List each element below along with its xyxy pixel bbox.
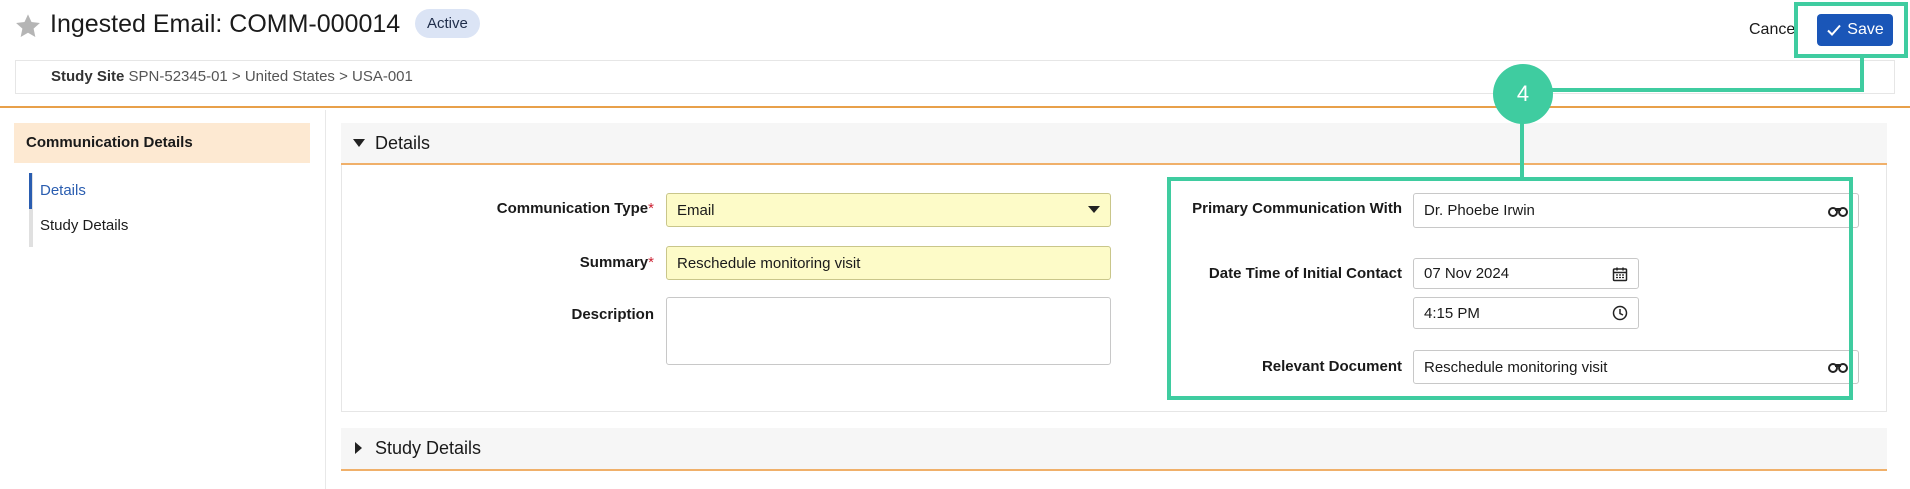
communication-type-label: Communication Type* <box>496 200 654 217</box>
summary-label: Summary* <box>579 254 654 271</box>
summary-field[interactable]: Reschedule monitoring visit <box>666 246 1111 280</box>
caret-right-icon[interactable] <box>355 442 363 454</box>
status-badge: Active <box>415 9 480 38</box>
sidebar-heading: Communication Details <box>14 123 310 163</box>
description-textarea[interactable] <box>666 297 1111 365</box>
callout-connector-vertical <box>1520 122 1524 179</box>
description-label: Description <box>571 306 654 323</box>
favorite-star-icon[interactable] <box>14 12 42 40</box>
header-divider <box>0 106 1910 108</box>
sidebar-item-study-details[interactable]: Study Details <box>40 217 128 234</box>
cancel-button[interactable]: Cancel <box>1749 21 1799 39</box>
callout-connector-horizontal <box>1551 88 1864 92</box>
communication-type-select[interactable]: Email <box>666 193 1111 227</box>
highlight-box-right-fields <box>1167 177 1853 400</box>
highlight-box-save <box>1794 2 1908 58</box>
dropdown-arrow-icon <box>1088 206 1100 213</box>
study-details-section-header[interactable] <box>341 428 1887 471</box>
sidebar-active-indicator <box>29 173 32 209</box>
caret-down-icon[interactable] <box>353 139 365 149</box>
summary-value: Reschedule monitoring visit <box>677 254 861 272</box>
sidebar-divider <box>325 110 326 489</box>
callout-connector-save <box>1860 55 1864 92</box>
details-section-header[interactable] <box>341 123 1887 165</box>
breadcrumb-path[interactable]: SPN-52345-01 > United States > USA-001 <box>129 68 413 85</box>
communication-type-value: Email <box>677 201 715 219</box>
details-section-title: Details <box>375 133 431 153</box>
step-callout-badge: 4 <box>1493 64 1553 124</box>
sidebar-item-details[interactable]: Details <box>40 182 86 199</box>
study-details-section-title: Study Details <box>375 438 482 458</box>
breadcrumb-label: Study Site <box>51 68 125 85</box>
page-title: Ingested Email: COMM-000014 <box>50 10 401 38</box>
